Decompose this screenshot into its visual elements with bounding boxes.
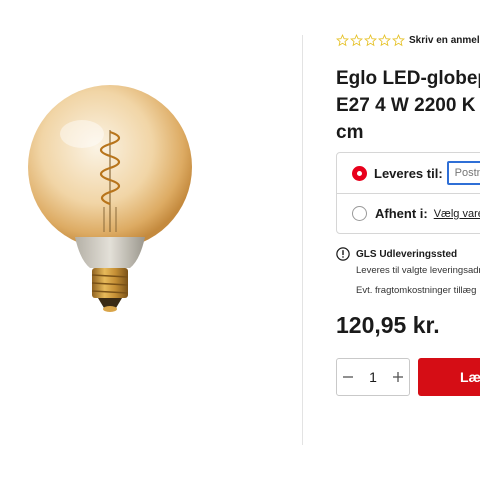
product-title: Eglo LED-globepa E27 4 W 2200 K da cm [336,65,480,146]
pickup-radio[interactable] [352,206,367,221]
quantity-stepper: 1 [336,358,410,396]
ship-radio[interactable] [353,166,366,180]
gls-shipping-note: Evt. fragtomkostninger tillæg [356,285,477,296]
choose-store-link[interactable]: Vælg varehu [434,208,480,220]
column-divider [302,35,303,445]
product-title-line: cm [336,122,364,143]
delivery-option-ship[interactable]: Leveres til: [337,153,480,194]
gls-header: GLS Udleveringssted [336,247,480,261]
minus-icon [343,376,353,378]
rating-row: Skriv en anmeld [336,34,480,47]
postcode-input[interactable] [446,161,480,185]
plus-icon [392,372,403,382]
add-to-cart-button[interactable]: Læ [418,358,480,396]
pickup-label: Afhent i: [375,206,428,221]
star-icon [378,34,391,47]
quantity-value[interactable]: 1 [369,369,377,385]
star-icon [364,34,377,47]
star-icon [336,34,349,47]
delivery-option-pickup[interactable]: Afhent i: Vælg varehu [337,194,480,233]
product-image-pane [0,0,302,480]
delivery-options: Leveres til: Afhent i: Vælg varehu [336,152,480,234]
product-price: 120,95 kr. [336,312,440,338]
product-title-line: Eglo LED-globepa [336,68,480,89]
write-review-link[interactable]: Skriv en anmeld [409,35,480,46]
decrease-quantity-button[interactable] [337,359,359,395]
ship-label: Leveres til: [374,165,443,181]
star-icon [392,34,405,47]
product-page: Skriv en anmeld Eglo LED-globepa E27 4 W… [0,0,480,480]
product-title-line: E27 4 W 2200 K da [336,95,480,116]
star-icon [350,34,363,47]
increase-quantity-button[interactable] [387,359,409,395]
product-image[interactable] [20,82,220,322]
gls-title: GLS Udleveringssted [356,248,458,260]
gls-info: GLS Udleveringssted Leveres til valgte l… [336,247,480,296]
gls-delivery-note: Leveres til valgte leveringsadr [356,265,480,276]
star-rating[interactable] [336,34,405,47]
info-icon [336,247,350,261]
